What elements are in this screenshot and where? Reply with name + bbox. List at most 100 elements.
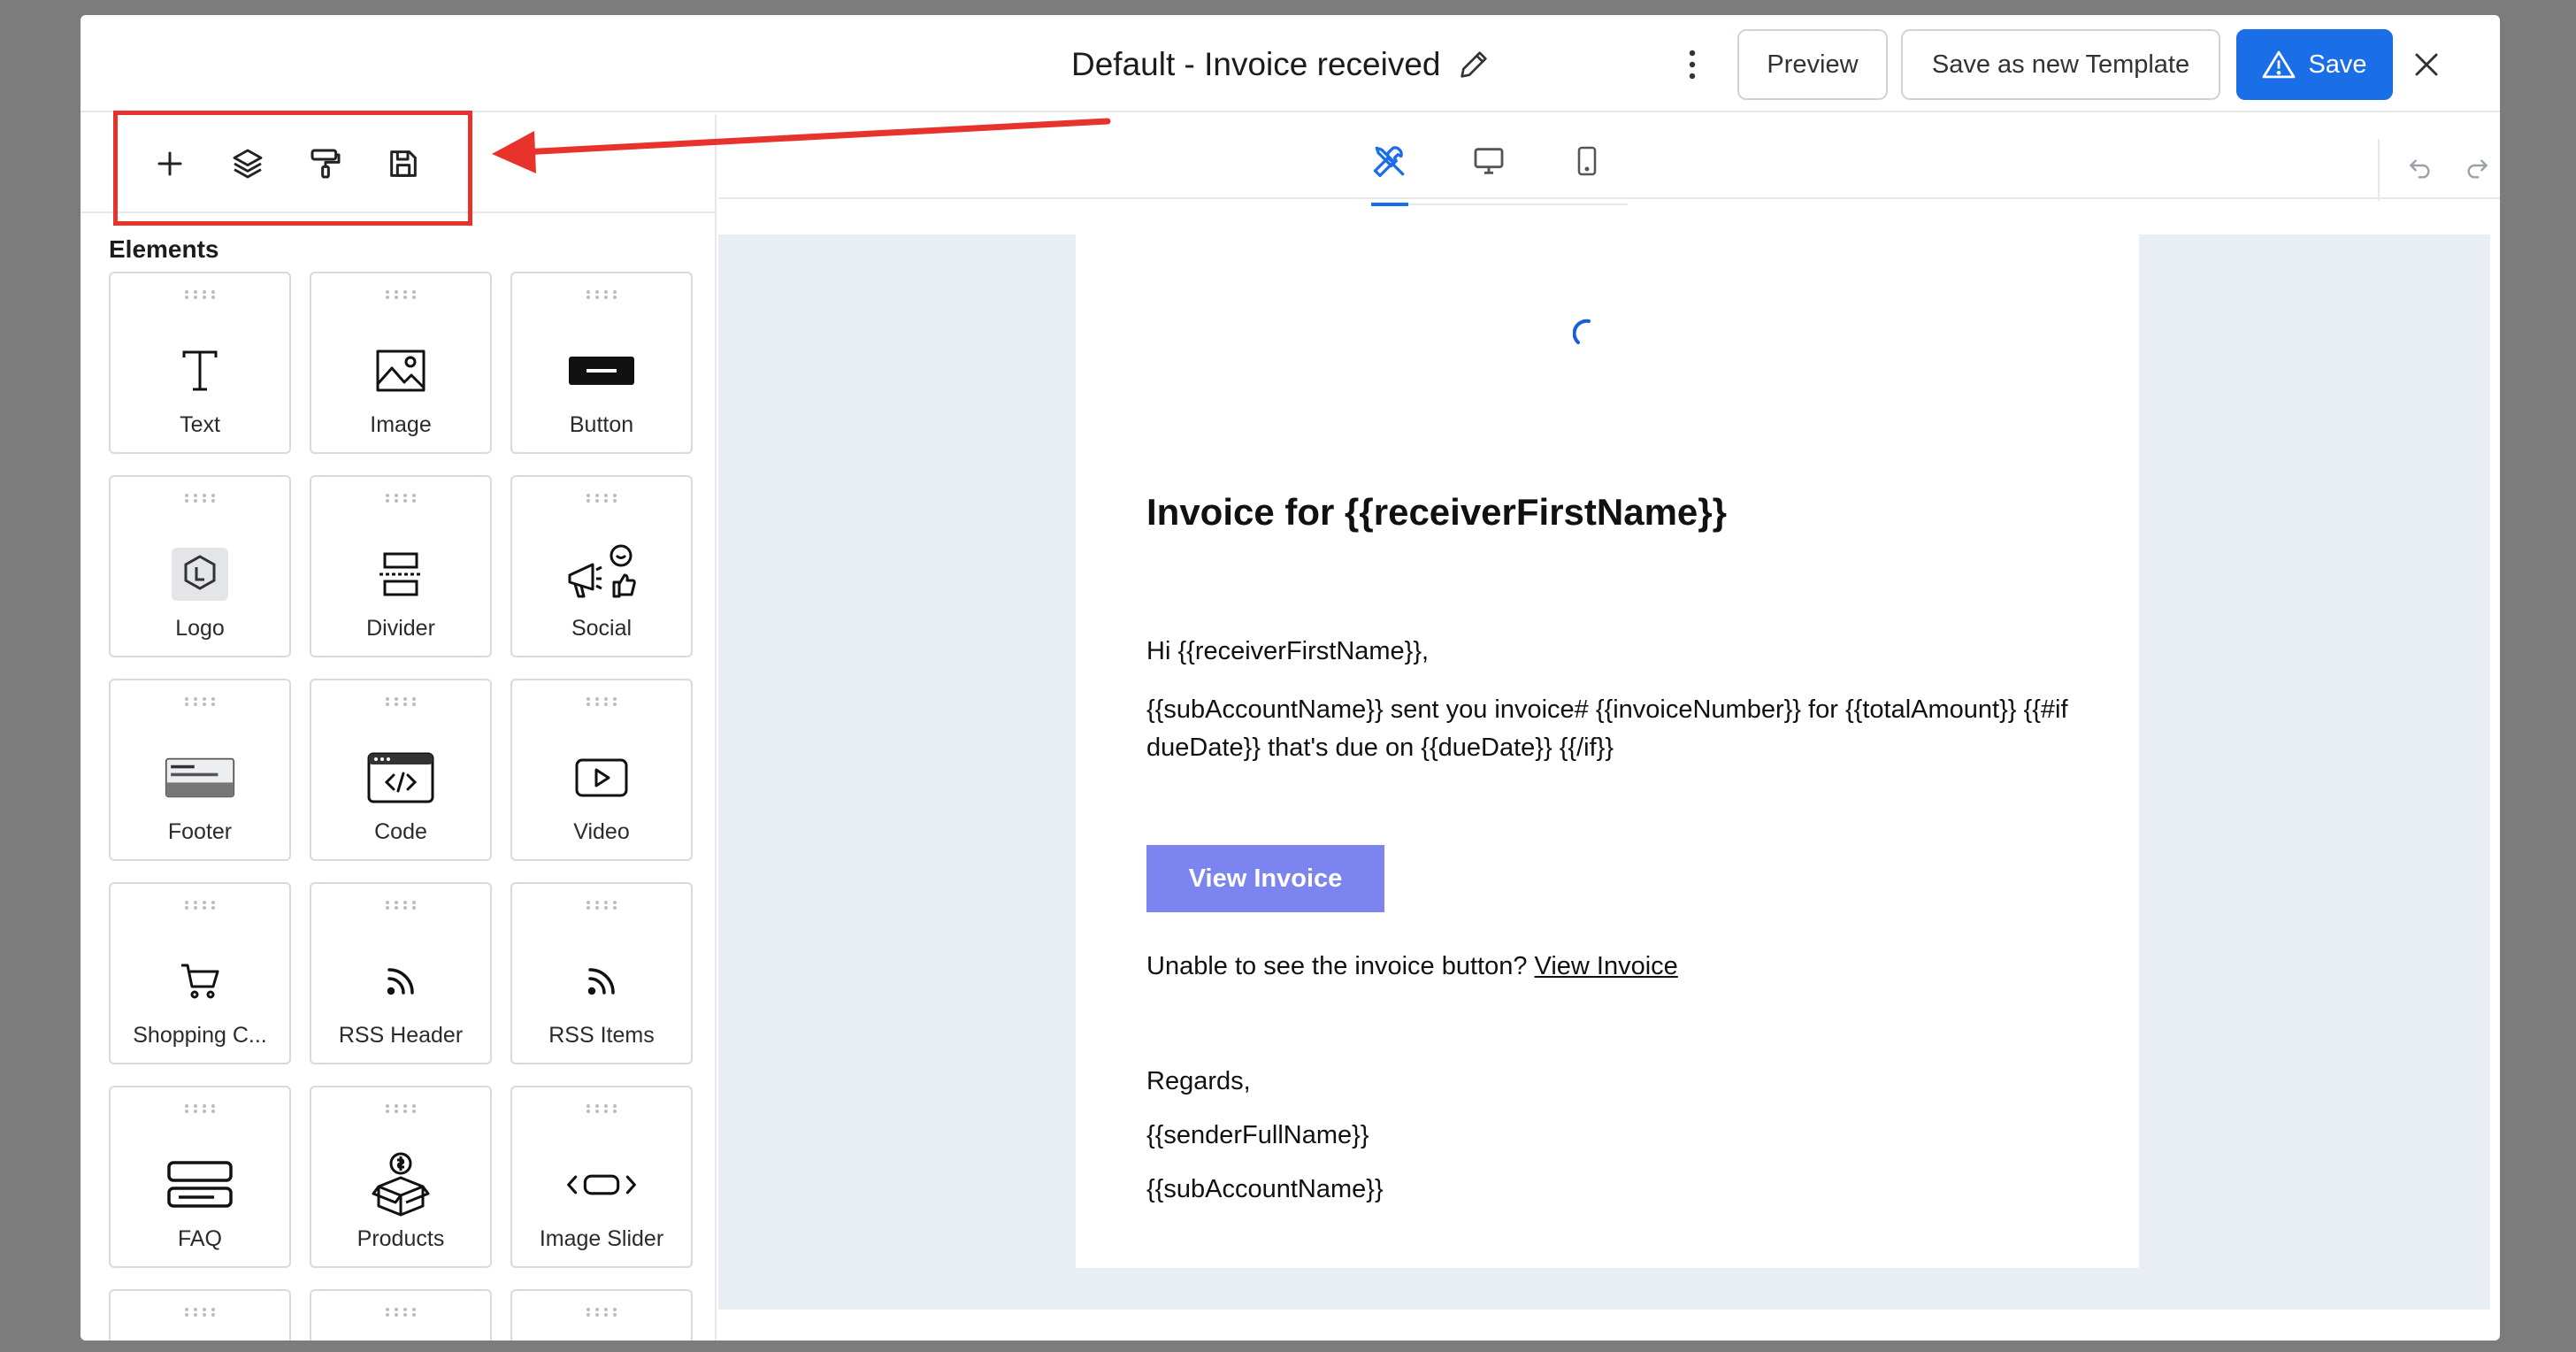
element-card-logo[interactable]: Logo: [109, 475, 291, 657]
element-card-rss-items[interactable]: RSS Items: [510, 882, 693, 1064]
drag-handle-icon[interactable]: [385, 289, 417, 300]
drag-handle-icon[interactable]: [184, 696, 216, 707]
drag-handle-icon[interactable]: [184, 493, 216, 503]
element-card-products[interactable]: Products: [310, 1086, 492, 1268]
drag-handle-icon[interactable]: [184, 900, 216, 910]
drag-handle-icon[interactable]: [184, 289, 216, 300]
drag-handle-icon[interactable]: [385, 1103, 417, 1114]
more-options-icon[interactable]: [1673, 45, 1712, 84]
video-icon: [566, 747, 637, 809]
element-label: Video: [573, 819, 630, 844]
element-label: Footer: [167, 819, 233, 844]
element-card-button[interactable]: Button: [510, 272, 693, 454]
code-icon: [365, 747, 436, 809]
element-card-shopping-cart[interactable]: Shopping C...: [109, 882, 291, 1064]
text-icon: [165, 340, 235, 402]
element-card-code[interactable]: Code: [310, 679, 492, 861]
element-card[interactable]: [310, 1289, 492, 1340]
loading-spinner-icon: [1573, 319, 1591, 344]
element-label: Image: [370, 412, 432, 437]
title-group: Default - Invoice received: [1071, 42, 1491, 88]
element-card-faq[interactable]: FAQ: [109, 1086, 291, 1268]
element-label: RSS Items: [548, 1023, 655, 1048]
element-label: Code: [374, 819, 427, 844]
drag-handle-icon[interactable]: [385, 1307, 417, 1317]
drag-handle-icon[interactable]: [385, 493, 417, 503]
undo-icon[interactable]: [2403, 151, 2438, 187]
drag-handle-icon[interactable]: [184, 1103, 216, 1114]
element-card-video[interactable]: Video: [510, 679, 693, 861]
slider-icon: [566, 1154, 637, 1216]
element-label: Logo: [175, 616, 225, 641]
products-icon: [365, 1152, 436, 1217]
drag-handle-icon[interactable]: [586, 1307, 617, 1317]
divider-icon: [365, 543, 436, 605]
email-account: {{subAccountName}}: [1146, 1175, 1384, 1203]
drag-handle-icon[interactable]: [586, 1103, 617, 1114]
footer-icon: [165, 747, 235, 809]
drag-handle-icon[interactable]: [586, 696, 617, 707]
edit-title-icon[interactable]: [1456, 47, 1491, 82]
element-label: RSS Header: [338, 1023, 464, 1048]
active-tab-indicator: [1371, 203, 1408, 206]
email-greeting: Hi {{receiverFirstName}},: [1146, 637, 1430, 665]
drag-handle-icon[interactable]: [586, 493, 617, 503]
close-icon[interactable]: [2407, 45, 2446, 84]
element-card-text[interactable]: Text: [109, 272, 291, 454]
email-body: {{subAccountName}} sent you invoice# {{i…: [1146, 695, 2068, 762]
element-card-image-slider[interactable]: Image Slider: [510, 1086, 693, 1268]
canvas-toolbar: [718, 114, 2500, 206]
element-label: Button: [569, 412, 634, 437]
cart-icon: [165, 950, 235, 1012]
design-tools-icon[interactable]: [1368, 139, 1412, 183]
save-button[interactable]: Save: [2236, 29, 2393, 100]
annotation-highlight-box: [113, 111, 472, 226]
drag-handle-icon[interactable]: [385, 696, 417, 707]
warning-icon: [2263, 50, 2296, 79]
element-label: Products: [356, 1226, 445, 1251]
element-card-social[interactable]: Social: [510, 475, 693, 657]
mobile-view-icon[interactable]: [1565, 139, 1609, 183]
social-icon: [566, 543, 637, 605]
drag-handle-icon[interactable]: [385, 900, 417, 910]
elements-heading: Elements: [109, 235, 219, 263]
divider: [2378, 139, 2380, 201]
element-card-image[interactable]: Image: [310, 272, 492, 454]
email-builder-modal: Default - Invoice received Preview Save …: [80, 15, 2500, 1340]
element-label: Text: [180, 412, 220, 437]
view-invoice-link[interactable]: View Invoice: [1535, 952, 1678, 980]
element-label: Shopping C...: [133, 1023, 267, 1048]
view-invoice-button[interactable]: View Invoice: [1146, 845, 1384, 912]
rss-icon: [566, 950, 637, 1012]
preview-button[interactable]: Preview: [1737, 29, 1888, 100]
sidebar-toolbar: [80, 111, 717, 226]
logo-icon: [165, 543, 235, 605]
drag-handle-icon[interactable]: [586, 289, 617, 300]
save-as-template-button[interactable]: Save as new Template: [1901, 29, 2220, 100]
image-icon: [365, 340, 436, 402]
drag-handle-icon[interactable]: [184, 1307, 216, 1317]
email-sender: {{senderFullName}}: [1146, 1121, 1369, 1149]
email-preview[interactable]: Invoice for {{receiverFirstName}} Hi {{r…: [1076, 234, 2139, 1268]
element-card-divider[interactable]: Divider: [310, 475, 492, 657]
builder-header: Default - Invoice received Preview Save …: [80, 15, 2500, 112]
email-canvas: Invoice for {{receiverFirstName}} Hi {{r…: [718, 234, 2490, 1310]
element-card-footer[interactable]: Footer: [109, 679, 291, 861]
fallback-line: Unable to see the invoice button? View I…: [1146, 948, 1678, 986]
desktop-view-icon[interactable]: [1467, 139, 1511, 183]
faq-icon: [165, 1154, 235, 1216]
redo-icon[interactable]: [2459, 151, 2495, 187]
template-title: Default - Invoice received: [1071, 46, 1441, 82]
element-label: Image Slider: [539, 1226, 664, 1251]
element-card[interactable]: [109, 1289, 291, 1340]
email-regards: Regards,: [1146, 1067, 1251, 1095]
drag-handle-icon[interactable]: [586, 900, 617, 910]
rss-icon: [365, 950, 436, 1012]
fallback-text: Unable to see the invoice button?: [1146, 952, 1535, 980]
element-label: FAQ: [177, 1226, 222, 1251]
element-label: Social: [571, 616, 632, 641]
tab-rule: [1371, 204, 1628, 205]
element-card[interactable]: [510, 1289, 693, 1340]
element-card-rss-header[interactable]: RSS Header: [310, 882, 492, 1064]
button-icon: [566, 340, 637, 402]
